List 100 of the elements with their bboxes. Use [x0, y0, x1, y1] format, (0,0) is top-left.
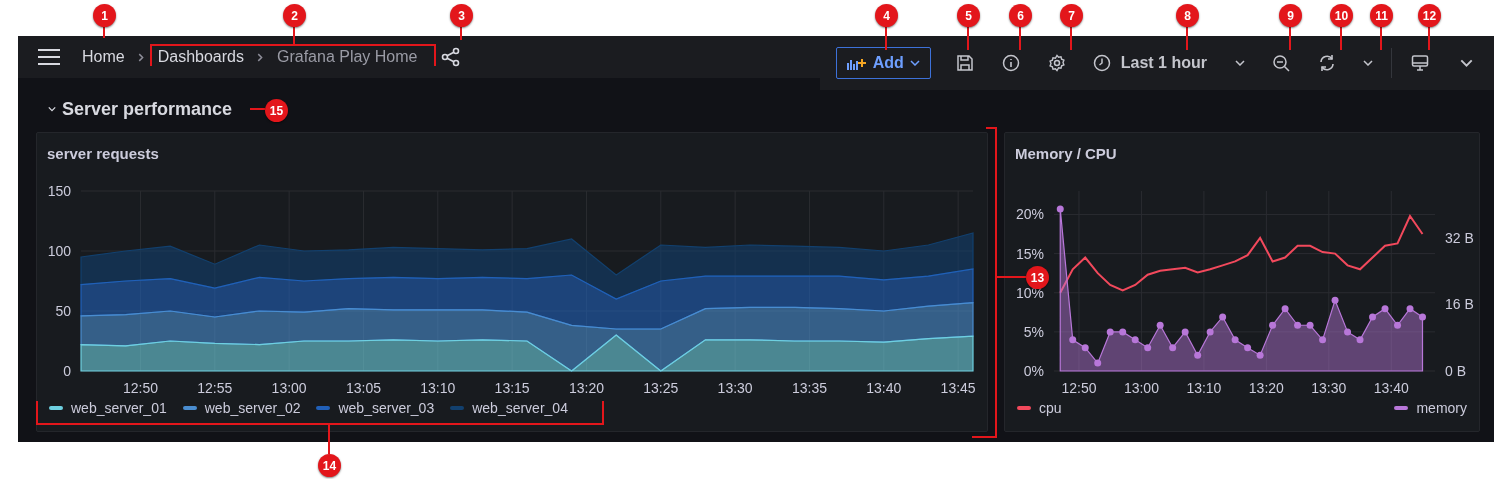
- data-point: [1269, 321, 1277, 329]
- leader-line: [293, 25, 295, 45]
- axis-label: 13:30: [1311, 380, 1347, 396]
- callout-badge: 9: [1279, 4, 1302, 27]
- axis-label: 12:55: [197, 380, 233, 396]
- data-point: [1231, 336, 1239, 344]
- axis-label: 13:40: [866, 380, 902, 396]
- data-point: [1069, 336, 1077, 344]
- callout-badge: 14: [318, 454, 341, 477]
- share-icon[interactable]: [441, 47, 462, 67]
- chevron-icon: [136, 52, 146, 62]
- chevron-icon: [255, 52, 265, 62]
- data-point: [1331, 296, 1339, 304]
- leader-line: [249, 108, 266, 110]
- breadcrumb-link[interactable]: Grafana Play Home: [276, 48, 418, 66]
- leader-line: [460, 25, 462, 41]
- caret-icon: [1235, 60, 1245, 66]
- legend-item[interactable]: memory: [1394, 400, 1467, 416]
- data-point: [1294, 321, 1302, 329]
- axis-label: 20%: [1015, 206, 1044, 223]
- data-point: [1181, 328, 1189, 336]
- axis-label: 32 B: [1445, 229, 1474, 246]
- data-point: [1169, 344, 1177, 352]
- legend-item[interactable]: web_server_04: [450, 400, 568, 416]
- breadcrumb-link[interactable]: Dashboards: [157, 48, 244, 66]
- data-point: [1131, 336, 1139, 344]
- leader-line: [1019, 25, 1021, 51]
- data-point: [1094, 359, 1102, 367]
- leader-line: [995, 276, 1027, 278]
- data-point: [1406, 305, 1414, 313]
- breadcrumb-link[interactable]: Home: [82, 48, 125, 66]
- data-point: [1356, 336, 1364, 344]
- axis-label: 13:45: [940, 380, 976, 396]
- leader-line: [1289, 25, 1291, 51]
- time-range-picker[interactable]: Last 1 hour: [1084, 47, 1253, 79]
- axis-label: 16 B: [1445, 296, 1474, 313]
- axis-label: 100: [47, 243, 71, 259]
- callout-badge: 10: [1330, 4, 1353, 27]
- axis-label: 13:35: [791, 380, 827, 396]
- axis-label: 13:20: [568, 380, 604, 396]
- leader-line: [1340, 25, 1342, 51]
- callout-badge: 5: [957, 4, 980, 27]
- callout-badge: 11: [1370, 4, 1393, 27]
- section-title[interactable]: Server performance: [62, 98, 233, 120]
- clock-icon: [1092, 54, 1111, 72]
- data-point: [1281, 305, 1289, 313]
- data-point: [1056, 205, 1064, 213]
- add-button[interactable]: Add: [835, 47, 931, 79]
- data-point: [1319, 336, 1327, 344]
- data-point: [1081, 344, 1089, 352]
- data-point: [1206, 328, 1214, 336]
- data-point: [1156, 321, 1164, 329]
- data-point: [1306, 321, 1314, 329]
- callout-badge: 2: [283, 4, 306, 27]
- leader-line: [328, 423, 330, 455]
- legend-item[interactable]: web_server_03: [316, 400, 435, 416]
- axis-label: 50: [55, 303, 71, 319]
- caret-icon: [909, 60, 920, 66]
- leader-line: [1070, 25, 1072, 51]
- axis-label: 13:20: [1248, 380, 1284, 396]
- callout-badge: 8: [1176, 4, 1199, 27]
- axis-label: 0%: [1023, 363, 1044, 379]
- callout-badge: 6: [1009, 4, 1032, 27]
- axis-label: 13:00: [271, 380, 307, 396]
- axis-label: 5%: [1023, 323, 1044, 340]
- axis-label: 0 B: [1445, 363, 1466, 379]
- callout-badge: 4: [875, 4, 898, 27]
- data-point: [1219, 313, 1227, 321]
- data-point: [1394, 321, 1402, 329]
- legend-item[interactable]: web_server_02: [182, 400, 301, 416]
- leader-line: [1380, 25, 1382, 51]
- data-point: [1194, 351, 1202, 359]
- data-point: [1369, 313, 1377, 321]
- axis-label: 13:05: [345, 380, 381, 396]
- leader-line: [885, 25, 887, 51]
- data-point: [1256, 351, 1264, 359]
- bar-chart-icon: [846, 56, 867, 70]
- data-point: [1106, 328, 1114, 336]
- axis-label: 15%: [1015, 245, 1044, 262]
- panel-title: server requests: [47, 144, 159, 162]
- data-point: [1119, 328, 1127, 336]
- data-point: [1381, 305, 1389, 313]
- callout-badge: 12: [1418, 4, 1441, 27]
- axis-label: 12:50: [122, 380, 158, 396]
- axis-label: 13:00: [1123, 380, 1159, 396]
- data-point: [1244, 344, 1252, 352]
- callout-badge: 7: [1060, 4, 1083, 27]
- legend-item[interactable]: cpu: [1017, 400, 1062, 416]
- callout-badge: 3: [450, 4, 473, 27]
- caret-icon[interactable]: [48, 106, 56, 112]
- axis-label: 150: [47, 183, 71, 199]
- legend-item[interactable]: web_server_01: [49, 400, 167, 416]
- leader-line: [1428, 25, 1430, 51]
- data-point: [1419, 313, 1426, 321]
- callout-badge: 1: [93, 4, 116, 27]
- axis-label: 13:10: [420, 380, 456, 396]
- axis-label: 13:40: [1373, 380, 1409, 396]
- axis-label: 12:50: [1061, 380, 1097, 396]
- menu-icon[interactable]: [38, 49, 60, 65]
- axis-label: 13:25: [643, 380, 679, 396]
